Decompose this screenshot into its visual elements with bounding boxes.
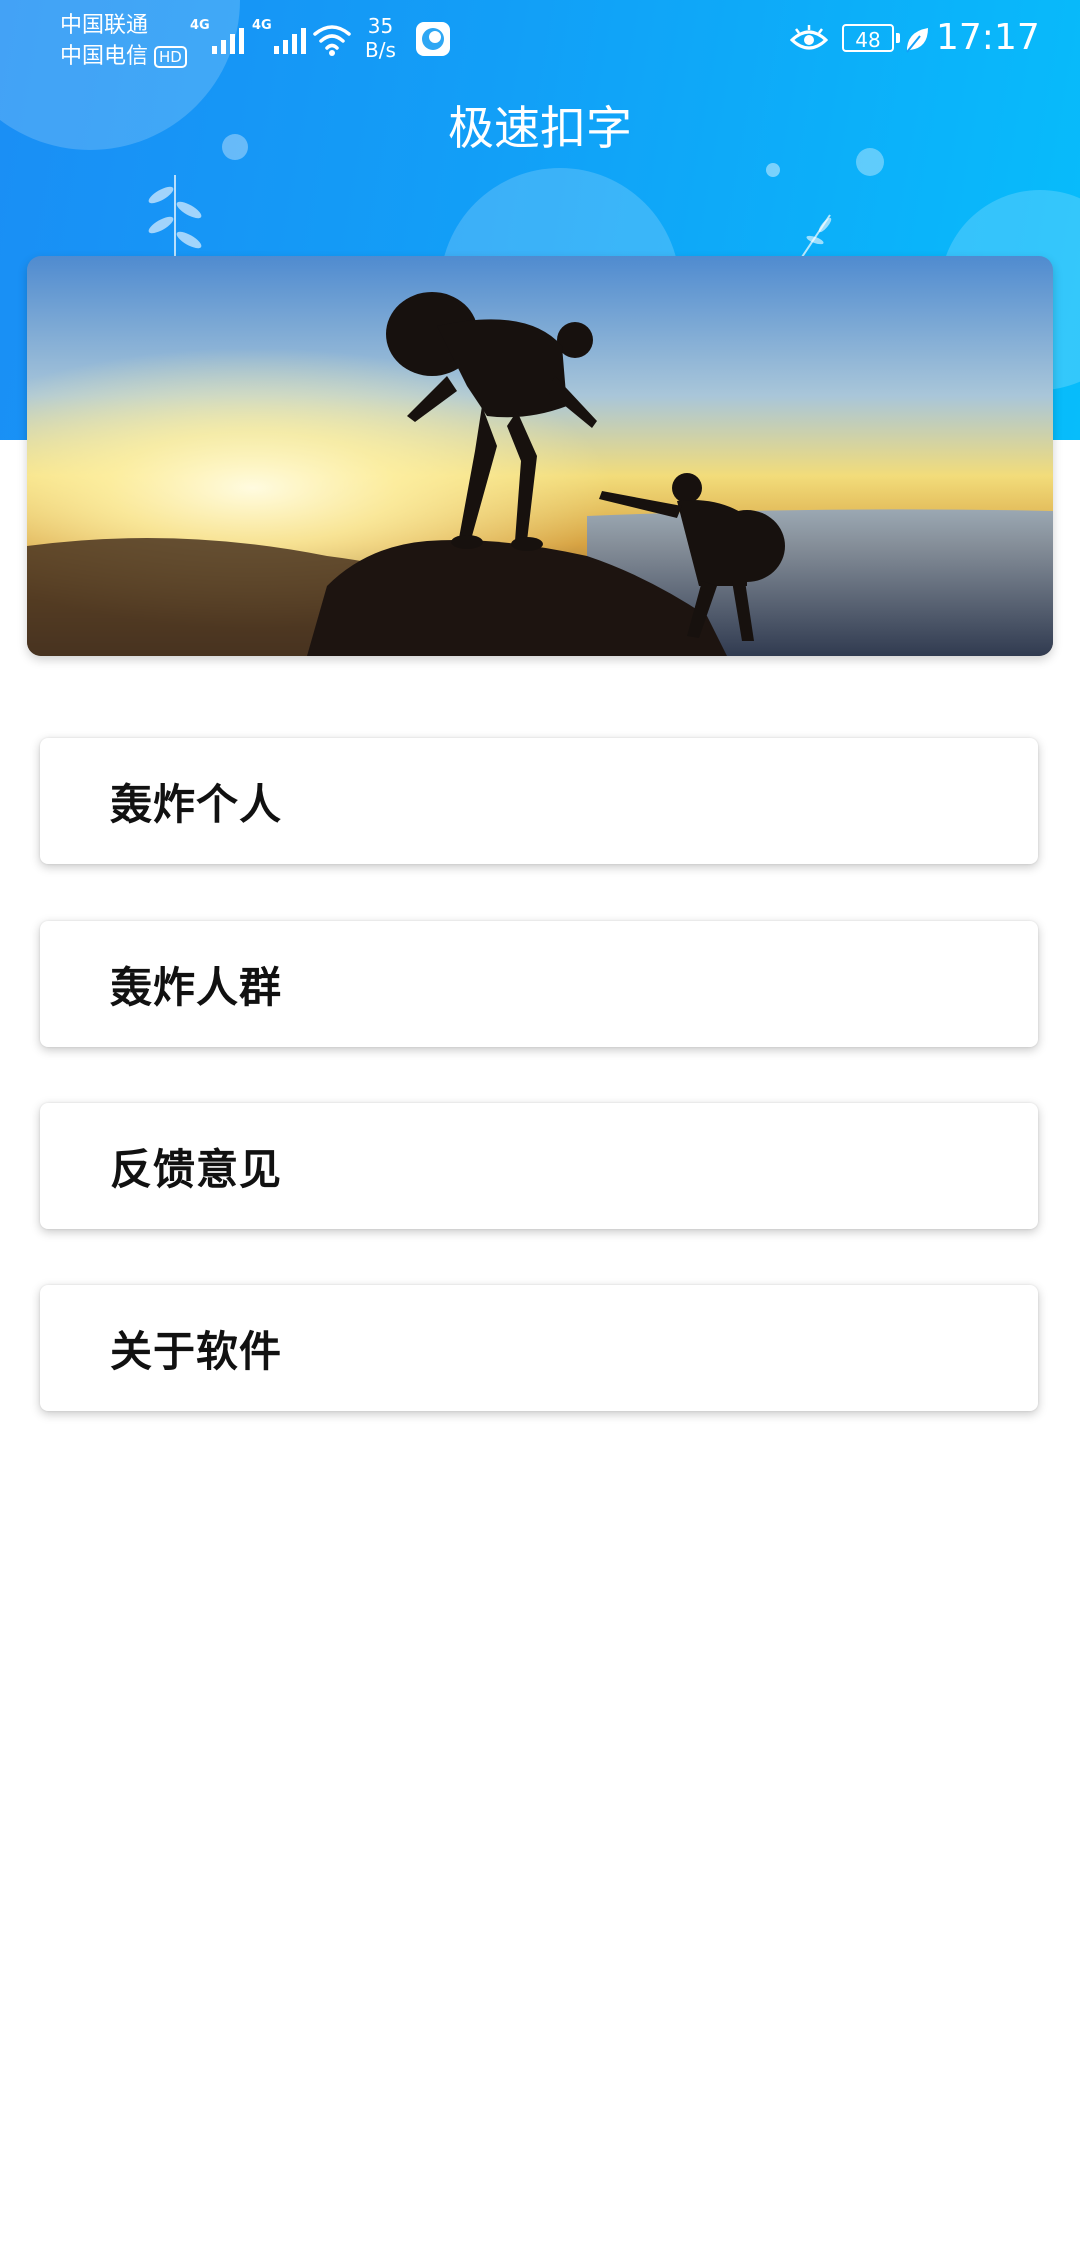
battery-indicator: 48 — [842, 24, 894, 52]
speed-unit: B/s — [365, 38, 396, 62]
network-type-label: 4G — [252, 18, 272, 33]
hd-badge: HD — [154, 46, 187, 68]
network-speed: 35 B/s — [365, 14, 396, 62]
menu-item-label: 轰炸个人 — [110, 779, 283, 829]
leaf-decoration-icon — [799, 214, 832, 260]
menu-item-bomb-individual[interactable]: 轰炸个人 — [40, 738, 1038, 864]
menu-item-feedback[interactable]: 反馈意见 — [40, 1103, 1038, 1229]
page-title: 极速扣字 — [448, 101, 632, 155]
speed-value: 35 — [367, 14, 394, 38]
leaf-decoration-icon — [148, 175, 202, 260]
carrier-name-2: 中国电信 — [60, 44, 149, 69]
carrier-info: 中国联通 中国电信 HD — [60, 10, 187, 72]
carrier-name-1: 中国联通 — [60, 13, 149, 38]
hikers-sunset-image — [27, 256, 1053, 656]
status-bar: 中国联通 中国电信 HD 4G 4G 35 B/s 48 17:17 — [0, 0, 1080, 84]
banner-image — [27, 256, 1053, 656]
wifi-icon — [313, 25, 351, 56]
network-type-label: 4G — [190, 18, 210, 33]
menu-item-label: 反馈意见 — [110, 1144, 283, 1194]
menu-item-label: 轰炸人群 — [110, 962, 283, 1012]
menu-item-about[interactable]: 关于软件 — [40, 1285, 1038, 1411]
leaf-eco-icon — [906, 28, 928, 53]
menu-item-label: 关于软件 — [110, 1326, 283, 1376]
clock: 17:17 — [936, 17, 1040, 58]
eye-comfort-icon — [790, 25, 828, 50]
decorative-circle — [766, 163, 780, 177]
menu-item-bomb-group[interactable]: 轰炸人群 — [40, 921, 1038, 1047]
app-notification-icon — [416, 22, 450, 56]
battery-tip — [896, 33, 900, 43]
